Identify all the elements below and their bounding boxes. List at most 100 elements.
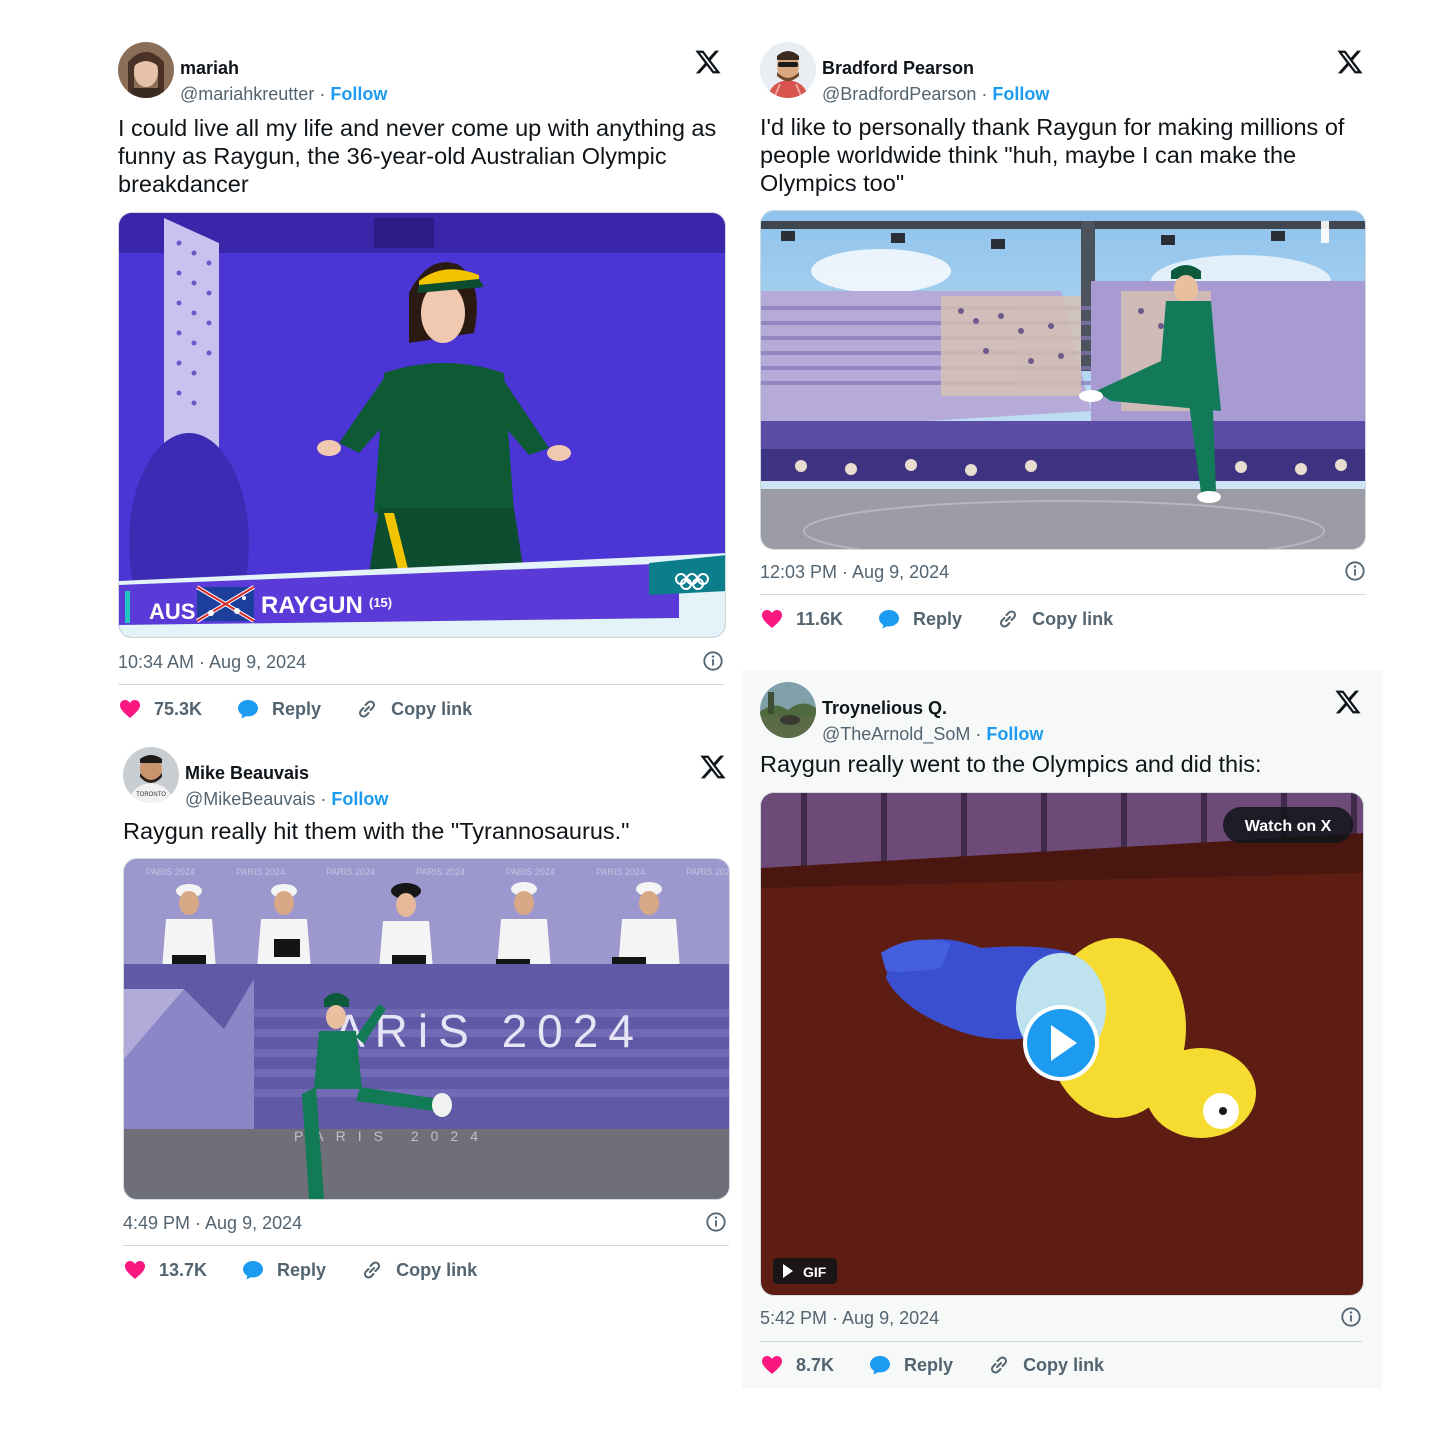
banner-text: PARIS 2024 [686, 867, 730, 877]
copy-link-label: Copy link [391, 698, 473, 719]
link-icon [364, 1261, 381, 1279]
media-athlete-label: RAYGUN [261, 592, 363, 619]
handle[interactable]: @BradfordPearson [822, 84, 976, 104]
copy-link-label: Copy link [396, 1259, 478, 1280]
heart-icon [120, 700, 140, 718]
tweet-text: Raygun really hit them with the "Tyranno… [123, 818, 630, 844]
tweet-card-troynelious: Troynelious Q. @TheArnold_SoM · Follow R… [742, 670, 1382, 1388]
avatar[interactable] [760, 682, 816, 738]
like-count: 75.3K [154, 698, 203, 719]
x-logo-icon[interactable] [699, 753, 727, 781]
reply-button[interactable]: Reply [877, 607, 962, 631]
follow-button[interactable]: Follow [992, 84, 1049, 104]
timestamp[interactable]: 4:49 PM · Aug 9, 2024 [123, 1213, 302, 1234]
reply-button[interactable]: Reply [236, 697, 321, 721]
copy-link-button[interactable]: Copy link [355, 697, 472, 721]
divider [760, 1341, 1362, 1342]
separator: · [320, 789, 327, 809]
copy-link-label: Copy link [1023, 1354, 1105, 1375]
link-icon [1000, 610, 1017, 628]
tweet-card-mariah: mariah @mariahkreutter · Follow I could … [100, 30, 740, 730]
avatar[interactable] [760, 42, 816, 98]
divider [118, 684, 724, 685]
handle-line: @TheArnold_SoM · Follow [822, 724, 1043, 745]
handle[interactable]: @mariahkreutter [180, 84, 314, 104]
timestamp[interactable]: 12:03 PM · Aug 9, 2024 [760, 562, 949, 583]
action-bar: 13.7K Reply Copy link [123, 1255, 511, 1285]
svg-text:TORONTO: TORONTO [136, 792, 166, 798]
divider [123, 1245, 729, 1246]
heart-icon [125, 1261, 145, 1279]
banner-text: PARIS 2024 [506, 867, 555, 877]
copy-link-label: Copy link [1032, 608, 1114, 629]
handle[interactable]: @MikeBeauvais [185, 789, 315, 809]
reply-label: Reply [277, 1259, 327, 1280]
tweet-card-mike: TORONTO Mike Beauvais @MikeBeauvais · Fo… [105, 735, 745, 1305]
follow-button[interactable]: Follow [986, 724, 1043, 744]
action-bar: 75.3K Reply Copy link [118, 694, 506, 724]
floor-text: PARIS 2024 [294, 1128, 490, 1144]
display-name[interactable]: Mike Beauvais [185, 763, 309, 784]
reply-label: Reply [913, 608, 963, 629]
reply-bubble-icon [879, 610, 900, 629]
like-button[interactable]: 11.6K [760, 607, 843, 631]
tweet-header: Troynelious Q. @TheArnold_SoM · Follow [760, 682, 1364, 744]
banner-text: PARIS 2024 [236, 867, 285, 877]
copy-link-button[interactable]: Copy link [360, 1258, 477, 1282]
timestamp[interactable]: 10:34 AM · Aug 9, 2024 [118, 652, 306, 673]
divider [760, 594, 1366, 595]
like-button[interactable]: 13.7K [123, 1258, 207, 1282]
handle-line: @BradfordPearson · Follow [822, 84, 1049, 105]
gif-badge: GIF [803, 1264, 827, 1280]
x-logo-icon[interactable] [1334, 688, 1362, 716]
like-count: 8.7K [796, 1354, 835, 1375]
info-icon[interactable] [1340, 1306, 1362, 1328]
reply-label: Reply [904, 1354, 954, 1375]
display-name[interactable]: Bradford Pearson [822, 58, 974, 79]
heart-icon [762, 1356, 782, 1374]
separator: · [975, 724, 982, 744]
media-number-label: (15) [369, 595, 392, 610]
info-icon[interactable] [702, 650, 724, 672]
display-name[interactable]: Troynelious Q. [822, 698, 947, 719]
x-logo-icon[interactable] [1336, 48, 1364, 76]
tweet-text: Raygun really went to the Olympics and d… [760, 751, 1262, 777]
reply-button[interactable]: Reply [868, 1353, 953, 1377]
tweet-image[interactable]: PARIS 2024 PARIS 2024 PARIS 2024 PARIS 2… [123, 858, 730, 1200]
media-country-label: AUS [149, 599, 195, 624]
avatar[interactable]: TORONTO [123, 747, 179, 803]
avatar[interactable] [118, 42, 174, 98]
follow-button[interactable]: Follow [330, 84, 387, 104]
like-button[interactable]: 8.7K [760, 1353, 834, 1377]
reply-bubble-icon [243, 1261, 264, 1280]
like-count: 13.7K [159, 1259, 208, 1280]
like-button[interactable]: 75.3K [118, 697, 202, 721]
like-count: 11.6K [796, 608, 844, 629]
info-icon[interactable] [705, 1211, 727, 1233]
banner-text: PARIS 2024 [416, 867, 465, 877]
banner-text: PARIS 2024 [326, 867, 375, 877]
handle[interactable]: @TheArnold_SoM [822, 724, 970, 744]
handle-line: @MikeBeauvais · Follow [185, 789, 388, 810]
separator: · [981, 84, 988, 104]
x-logo-icon[interactable] [694, 48, 722, 76]
timestamp[interactable]: 5:42 PM · Aug 9, 2024 [760, 1308, 939, 1329]
reply-bubble-icon [238, 700, 259, 719]
heart-icon [762, 610, 782, 628]
display-name[interactable]: mariah [180, 58, 239, 79]
tweet-image[interactable]: AUS RAYGUN (15) [118, 212, 726, 638]
copy-link-button[interactable]: Copy link [996, 607, 1113, 631]
reply-label: Reply [272, 698, 322, 719]
tweet-text: I'd like to personally thank Raygun for … [760, 114, 1345, 196]
info-icon[interactable] [1344, 560, 1366, 582]
tweet-video[interactable]: Watch on X GIF [760, 792, 1364, 1296]
tweet-header: TORONTO Mike Beauvais @MikeBeauvais · Fo… [123, 747, 727, 809]
action-bar: 11.6K Reply Copy link [760, 604, 1147, 634]
follow-button[interactable]: Follow [331, 789, 388, 809]
banner-text: PARIS 2024 [146, 867, 195, 877]
tweet-image[interactable] [760, 210, 1366, 550]
copy-link-button[interactable]: Copy link [987, 1353, 1104, 1377]
separator: · [319, 84, 326, 104]
handle-line: @mariahkreutter · Follow [180, 84, 387, 105]
reply-button[interactable]: Reply [241, 1258, 326, 1282]
